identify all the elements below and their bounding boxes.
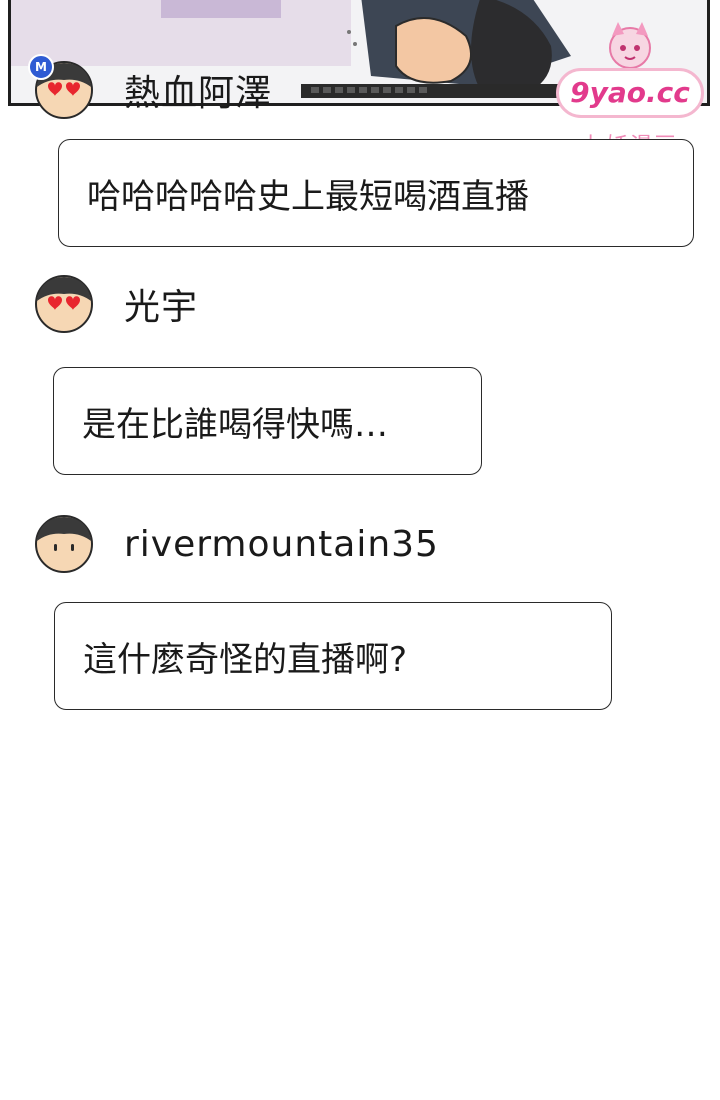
heart-eyes-avatar — [34, 274, 94, 334]
watermark-logo: 9yao.cc — [556, 68, 704, 118]
comment-message: 哈哈哈哈哈史上最短喝酒直播 — [87, 176, 529, 217]
comment-username: rivermountain35 — [124, 523, 439, 565]
mascot-icon — [609, 22, 651, 69]
comment-username: 光宇 — [124, 287, 199, 328]
comment-username: 熱血阿澤 — [124, 73, 273, 114]
heart-eyes-avatar: M — [28, 54, 94, 120]
comment-header-1: M 熱血阿澤 — [28, 54, 273, 122]
plain-avatar — [34, 514, 94, 574]
comment-bubble-2: 是在比誰喝得快嗎… — [53, 367, 482, 475]
comment-message: 是在比誰喝得快嗎… — [82, 404, 388, 445]
moderator-badge: M — [28, 54, 54, 80]
comment-bubble-1: 哈哈哈哈哈史上最短喝酒直播 — [58, 139, 694, 247]
comment-header-2: 光宇 — [34, 272, 198, 336]
comment-bubble-3: 這什麼奇怪的直播啊? — [54, 602, 612, 710]
comment-header-3: rivermountain35 — [34, 512, 439, 576]
comment-message: 這什麼奇怪的直播啊? — [83, 639, 408, 680]
